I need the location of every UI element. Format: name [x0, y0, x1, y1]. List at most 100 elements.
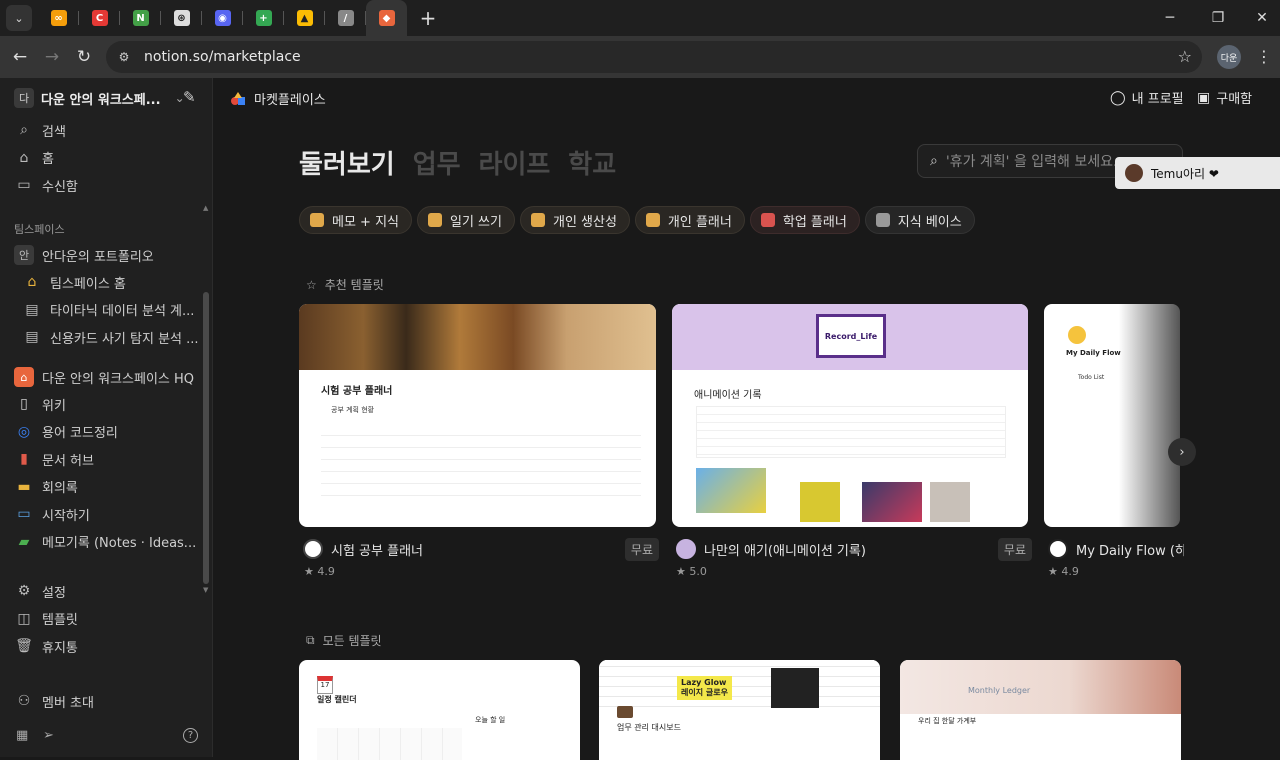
category-pill[interactable]: 지식 베이스 — [864, 206, 975, 234]
category-tab[interactable]: 둘러보기 — [299, 144, 395, 181]
teamspace-section-label: 팀스페이스 — [14, 223, 65, 236]
category-pill[interactable]: 개인 생산성 — [519, 206, 630, 234]
invite-members[interactable]: ⚇ 멤버 초대 — [14, 690, 200, 712]
browser-tab[interactable]: ⊛ — [161, 0, 202, 36]
trash-icon: 🗑 — [15, 638, 33, 654]
carousel-next-button[interactable]: › — [1168, 438, 1196, 466]
category-tab[interactable]: 업무 — [413, 144, 461, 181]
help-icon[interactable]: ? — [183, 728, 198, 743]
sidebar-item[interactable]: ⌂ 팀스페이스 홈 — [22, 271, 208, 293]
browser-profile-avatar[interactable]: 다운 — [1217, 45, 1241, 69]
featured-card-anime-record[interactable]: Record_Life 애니메이션 기록 — [672, 304, 1028, 527]
sidebar-item[interactable]: ▯ 위키 — [14, 393, 200, 415]
sidebar-item-label: 회의록 — [42, 481, 78, 496]
sidebar-item[interactable]: ▰ 메모기록 (Notes · Ideas... — [14, 531, 200, 553]
calendar-emoji-icon: 17 — [317, 676, 333, 694]
browser-tab[interactable]: / — [325, 0, 366, 36]
browser-tab[interactable]: ∞ — [38, 0, 79, 36]
template-card-work-dashboard[interactable]: Lazy Glow 레이지 글로우 업무 관리 대시보드 — [599, 660, 880, 760]
sidebar-item-label: 휴지통 — [42, 640, 78, 656]
sidebar-item[interactable]: 🗑 휴지통 — [14, 635, 200, 657]
calendar-app-icon[interactable]: ▦ — [16, 728, 28, 743]
category-tab[interactable]: 라이프 — [479, 144, 551, 181]
category-pill[interactable]: 학업 플래너 — [749, 206, 860, 234]
sidebar-item-label: 신용카드 사기 탐지 분석 ... — [50, 331, 199, 347]
book-icon: ▯ — [20, 396, 28, 412]
browser-tab[interactable]: ◉ — [202, 0, 243, 36]
tab-search-button[interactable]: ⌄ — [6, 5, 32, 31]
browser-tab[interactable]: + — [243, 0, 284, 36]
back-icon[interactable]: ← — [4, 41, 36, 73]
sidebar-item[interactable]: ⚙ 설정 — [14, 580, 200, 602]
forward-icon[interactable]: → — [36, 41, 68, 73]
browser-tab-strip: ⌄ ∞ C N ⊛ ◉ + ▲ / ◆ + ─ ❐ ✕ — [0, 0, 1280, 36]
pill-icon — [310, 213, 324, 227]
reload-icon[interactable]: ↻ — [68, 41, 100, 73]
temu-popup[interactable]: Temu아리 ❤ — [1115, 157, 1280, 189]
category-tab[interactable]: 학교 — [568, 144, 616, 181]
sidebar-item-label: 템플릿 — [42, 613, 78, 628]
url-field[interactable]: ⚙ notion.so/marketplace ☆ — [106, 41, 1202, 73]
marketplace-logo[interactable]: 마켓플레이스 — [230, 89, 326, 108]
anime-poster-2 — [800, 482, 840, 522]
new-tab-icon[interactable]: + — [413, 3, 443, 33]
minimize-icon[interactable]: ─ — [1148, 0, 1192, 36]
browser-tab[interactable]: ◆ — [366, 0, 407, 36]
featured-card-exam-planner[interactable]: 시험 공부 플래너 공부 계획 현황 — [299, 304, 656, 527]
desk-illustration — [771, 668, 819, 708]
sidebar-item[interactable]: ▤ 타이타닉 데이터 분석 계... — [22, 299, 208, 321]
sidebar-item[interactable]: ▮ 문서 허브 — [14, 448, 200, 470]
category-pill[interactable]: 일기 쓰기 — [417, 206, 515, 234]
sidebar-item[interactable]: ◎ 용어 코드정리 — [14, 421, 200, 443]
temu-avatar — [1125, 164, 1143, 182]
preview-table — [321, 424, 641, 504]
calendar-grid — [317, 728, 462, 760]
sidebar-item[interactable]: ▭ 시작하기 — [14, 503, 200, 525]
rating-value: 4.9 — [317, 565, 335, 578]
sidebar-item[interactable]: ▬ 회의록 — [14, 476, 200, 498]
template-title[interactable]: 시험 공부 플래너 — [331, 540, 423, 559]
scroll-down-icon[interactable]: ▼ — [203, 586, 208, 594]
browser-tab[interactable]: C — [79, 0, 120, 36]
page-icon: ▤ — [25, 329, 39, 345]
inbox-icon: ▭ — [17, 177, 31, 193]
featured-heading-label: 추천 템플릿 — [324, 278, 384, 292]
template-card-ledger[interactable]: Monthly Ledger 우리 집 한달 가계부 — [900, 660, 1181, 760]
scrollbar-thumb[interactable] — [203, 292, 209, 584]
template-card-calendar[interactable]: 17 일정 캘린더 오늘 할 일 — [299, 660, 580, 760]
my-profile-button[interactable]: ◯ 내 프로필 — [1110, 88, 1184, 108]
home-icon: ⌂ — [19, 149, 29, 166]
featured-card-daily-flow[interactable]: My Daily Flow Todo List — [1044, 304, 1180, 527]
site-info-icon[interactable]: ⚙ — [110, 45, 138, 69]
template-title[interactable]: My Daily Flow (하루 — [1076, 540, 1184, 559]
anime-poster-4 — [930, 482, 970, 522]
url-text[interactable]: notion.so/marketplace — [144, 49, 301, 65]
send-icon[interactable]: ➢ — [43, 728, 54, 743]
smiley-icon — [1068, 326, 1086, 344]
category-pill[interactable]: 메모 + 지식 — [299, 206, 412, 234]
workspace-switcher[interactable]: 다 다운 안의 워크스페... ⌄ — [14, 88, 185, 108]
sidebar-item[interactable]: ▤ 신용카드 사기 탐지 분석 ... — [22, 326, 208, 348]
sidebar-scrollbar[interactable]: ▲ ▼ — [203, 204, 209, 594]
record-life-badge: Record_Life — [816, 314, 886, 358]
bookmark-star-icon[interactable]: ☆ — [1178, 47, 1192, 66]
restore-icon[interactable]: ❐ — [1196, 0, 1240, 36]
purchases-button[interactable]: ▣ 구매함 — [1197, 88, 1252, 108]
template-title[interactable]: 나만의 애기(애니메이션 기록) — [704, 540, 866, 559]
close-icon[interactable]: ✕ — [1240, 0, 1280, 36]
sidebar-item[interactable]: ⌕ 검색 — [14, 119, 200, 141]
discord-icon: ◉ — [214, 10, 231, 26]
browser-tab[interactable]: N — [120, 0, 161, 36]
sidebar-item[interactable]: ▭ 수신함 — [14, 174, 200, 196]
browser-menu-icon[interactable]: ⋮ — [1256, 47, 1272, 66]
document-icon: ▮ — [20, 451, 28, 467]
browser-tab[interactable]: ▲ — [284, 0, 325, 36]
sidebar-item[interactable]: ⌂ 홈 — [14, 147, 200, 169]
teamspace-portfolio[interactable]: 안 안다운의 포트폴리오 — [14, 244, 200, 266]
scroll-up-icon[interactable]: ▲ — [203, 204, 208, 212]
new-page-icon[interactable]: ✎ — [183, 88, 196, 106]
sidebar-item[interactable]: ◫ 템플릿 — [14, 608, 200, 630]
category-pill[interactable]: 개인 플래너 — [634, 206, 745, 234]
sidebar-item-label: 팀스페이스 홈 — [50, 276, 126, 292]
teamspace-hq[interactable]: ⌂ 다운 안의 워크스페이스 HQ — [14, 366, 200, 388]
